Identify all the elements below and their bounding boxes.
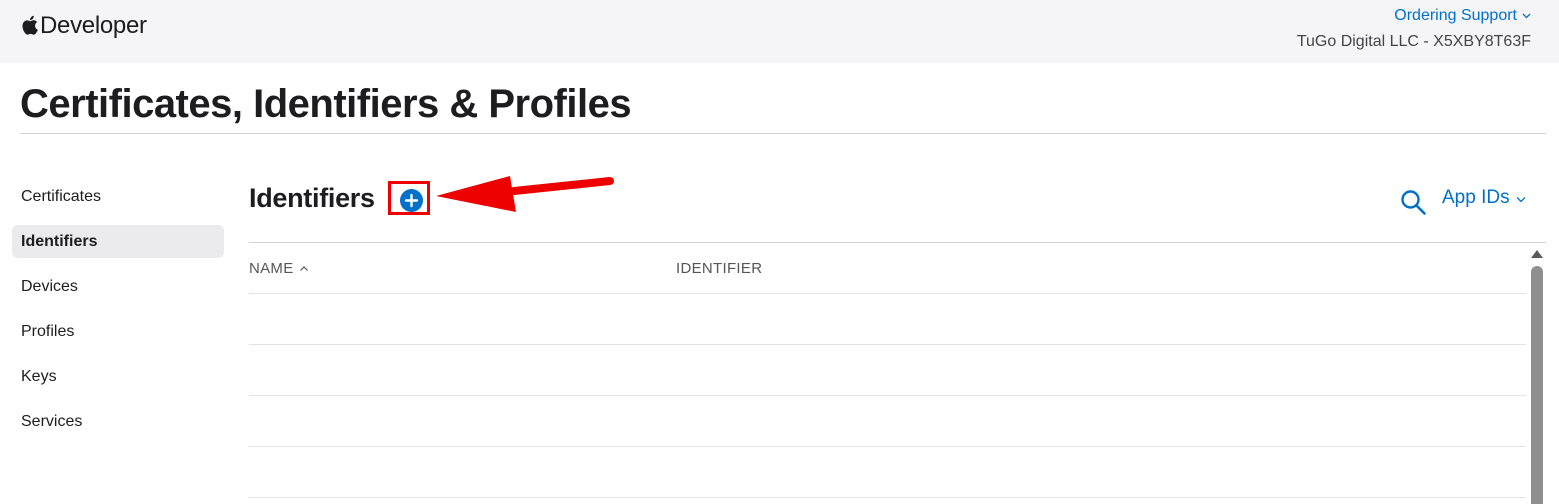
apple-logo-icon [22,15,38,35]
team-name: TuGo Digital LLC - X5XBY8T63F [1296,33,1531,50]
table-row-divider [249,344,1526,345]
sort-ascending-icon [299,266,308,271]
page-title: Certificates, Identifiers & Profiles [20,82,632,126]
chevron-down-icon [1516,196,1526,202]
section-title: Identifiers [249,183,375,213]
developer-home-link[interactable]: Developer [21,12,147,40]
sidebar-item-devices[interactable]: Devices [12,270,224,303]
sidebar: Certificates Identifiers Devices Profile… [12,180,224,450]
chevron-down-icon [1522,13,1531,19]
sidebar-item-profiles[interactable]: Profiles [12,315,224,348]
app-ids-filter-dropdown[interactable]: App IDs [1442,187,1526,209]
table-row-divider [249,293,1526,294]
ordering-support-label: Ordering Support [1394,7,1517,24]
column-header-name-label: NAME [249,260,294,277]
filter-label: App IDs [1442,187,1510,208]
table-row-divider [249,497,1526,498]
title-divider [20,133,1546,134]
sidebar-item-keys[interactable]: Keys [12,360,224,393]
ordering-support-menu[interactable]: Ordering Support [1394,7,1531,25]
global-header: Developer Ordering Support TuGo Digital … [0,0,1559,63]
table-row-divider [249,446,1526,447]
sidebar-item-certificates[interactable]: Certificates [12,180,224,213]
column-header-identifier[interactable]: IDENTIFIER [676,260,762,277]
annotation-arrow-icon [436,176,614,212]
table-row-divider [249,395,1526,396]
plus-circle-icon [404,193,419,208]
sidebar-item-services[interactable]: Services [12,405,224,438]
column-header-name[interactable]: NAME [249,260,309,277]
brand-label: Developer [40,12,147,39]
search-icon[interactable] [1400,189,1427,216]
sidebar-item-identifiers[interactable]: Identifiers [12,225,224,258]
table-top-divider [249,242,1546,243]
add-identifier-button[interactable] [400,189,423,212]
add-button-highlight [388,181,430,215]
scroll-up-arrow-icon[interactable] [1530,249,1544,259]
scrollbar-thumb[interactable] [1531,266,1543,504]
